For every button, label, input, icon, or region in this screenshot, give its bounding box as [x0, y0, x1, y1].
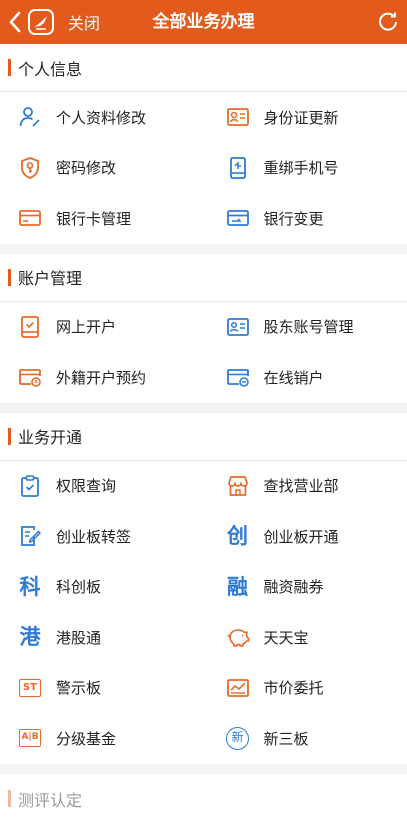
section-business-activation: 业务开通 权限查询 查找营业部 创业板转签 创 创业板开通 科 科创板 融 融资…: [0, 412, 407, 764]
store-icon: [226, 474, 250, 498]
xin-circle-text: 新: [226, 726, 249, 750]
chart-card-icon: [226, 676, 250, 700]
menu-item-label: 市价委托: [263, 679, 324, 698]
menu-item-label: 股东账号管理: [263, 318, 354, 337]
menu-item-online-account-close[interactable]: 在线销户: [204, 352, 407, 403]
menu-item-chinext-open[interactable]: 创 创业板开通: [204, 511, 407, 562]
menu-item-margin-trading[interactable]: 融 融资融券: [204, 562, 407, 613]
menu-item-warning-board[interactable]: ST 警示板: [0, 663, 204, 714]
menu-item-bank-change[interactable]: 银行变更: [204, 193, 407, 244]
piggy-bank-icon: [226, 625, 250, 649]
close-button[interactable]: 关闭: [68, 10, 100, 34]
id-card-icon: [226, 105, 250, 129]
section-header: 账户管理: [0, 254, 407, 302]
menu-item-label: 警示板: [56, 679, 102, 698]
refresh-icon: [379, 12, 397, 31]
menu-item-shareholder-account[interactable]: 股东账号管理: [204, 302, 407, 353]
app-logo-icon: [28, 9, 54, 35]
document-edit-icon: [18, 524, 42, 548]
bank-card-change-icon: [226, 206, 250, 230]
ke-glyph-icon: 科: [19, 574, 41, 599]
phone-icon: [226, 156, 250, 180]
menu-item-label: 融资融券: [263, 578, 324, 597]
menu-item-label: 创业板转签: [56, 527, 132, 546]
section-accent-bar: [8, 59, 11, 76]
menu-item-chinext-resign[interactable]: 创业板转签: [0, 511, 204, 562]
chevron-left-icon: [9, 11, 21, 33]
ab-badge-text: A|B: [19, 729, 41, 748]
menu-item-id-card-update[interactable]: 身份证更新: [204, 92, 407, 143]
top-bar: 关闭 全部业务办理: [0, 0, 407, 44]
menu-item-graded-fund[interactable]: A|B 分级基金: [0, 713, 204, 764]
gang-glyph-icon: 港: [19, 625, 41, 650]
section-header: 业务开通: [0, 413, 407, 461]
st-badge-text: ST: [19, 678, 41, 697]
clipboard-check-icon: [18, 474, 42, 498]
rong-glyph-icon: 融: [227, 574, 248, 599]
xin-circle-icon: 新: [226, 726, 250, 750]
card-remove-icon: [226, 365, 250, 389]
section-header: 测评认定: [0, 774, 407, 821]
back-button[interactable]: [4, 0, 26, 44]
key-shield-icon: [18, 156, 42, 180]
menu-item-foreign-account-booking[interactable]: 外籍开户预约: [0, 352, 204, 403]
section-account-management: 账户管理 网上开户 股东账号管理 外籍开户预约 在线销户: [0, 253, 407, 403]
menu-item-find-branch[interactable]: 查找营业部: [204, 461, 407, 512]
menu-item-label: 查找营业部: [263, 477, 339, 496]
menu-item-star-market[interactable]: 科 科创板: [0, 562, 204, 613]
menu-item-profile-edit[interactable]: 个人资料修改: [0, 92, 204, 143]
menu-item-label: 个人资料修改: [56, 108, 147, 127]
menu-item-rebind-phone[interactable]: 重绑手机号: [204, 143, 407, 194]
refresh-button[interactable]: [375, 9, 401, 35]
menu-item-hk-connect[interactable]: 港 港股通: [0, 612, 204, 663]
ab-badge-icon: A|B: [18, 726, 42, 750]
person-edit-icon: [18, 105, 42, 129]
menu-item-label: 重绑手机号: [263, 159, 339, 178]
section-title: 账户管理: [18, 269, 83, 288]
section-personal-info: 个人信息 个人资料修改 身份证更新 密码修改 重绑手机号 银行卡管理 银行变更: [0, 44, 407, 244]
menu-item-bank-card[interactable]: 银行卡管理: [0, 193, 204, 244]
menu-item-label: 银行卡管理: [56, 209, 132, 228]
menu-item-market-order[interactable]: 市价委托: [204, 663, 407, 714]
menu-item-label: 新三板: [263, 729, 309, 748]
menu-item-label: 网上开户: [56, 318, 117, 337]
tablet-check-icon: [18, 315, 42, 339]
section-accent-bar: [8, 427, 11, 445]
section-header: 个人信息: [0, 44, 407, 92]
menu-item-label: 权限查询: [56, 477, 117, 496]
menu-item-neeq[interactable]: 新 新三板: [204, 713, 407, 764]
section-accent-bar: [8, 268, 11, 286]
menu-item-online-account-open[interactable]: 网上开户: [0, 302, 204, 353]
menu-item-permission-query[interactable]: 权限查询: [0, 461, 204, 512]
account-card-icon: [226, 315, 250, 339]
menu-item-label: 科创板: [56, 578, 102, 597]
section-accent-bar: [8, 790, 11, 807]
section-title: 测评认定: [18, 790, 83, 810]
section-title: 业务开通: [18, 428, 83, 447]
menu-item-label: 在线销户: [263, 368, 324, 387]
menu-item-tiantianbao[interactable]: 天天宝: [204, 612, 407, 663]
section-assessment: 测评认定: [0, 773, 407, 821]
bank-card-icon: [18, 206, 42, 230]
menu-item-label: 银行变更: [263, 209, 324, 228]
page-title: 全部业务办理: [152, 12, 255, 32]
menu-item-label: 密码修改: [56, 159, 117, 178]
menu-item-label: 创业板开通: [263, 527, 339, 546]
menu-item-label: 外籍开户预约: [56, 368, 147, 387]
menu-item-password-change[interactable]: 密码修改: [0, 143, 204, 194]
st-badge-icon: ST: [18, 676, 42, 700]
menu-item-label: 身份证更新: [263, 108, 339, 127]
section-title: 个人信息: [18, 59, 83, 79]
menu-item-label: 港股通: [56, 628, 102, 647]
menu-item-label: 天天宝: [263, 628, 309, 647]
menu-item-label: 分级基金: [56, 729, 117, 748]
chuang-glyph-icon: 创: [227, 524, 248, 549]
card-clock-icon: [18, 365, 42, 389]
